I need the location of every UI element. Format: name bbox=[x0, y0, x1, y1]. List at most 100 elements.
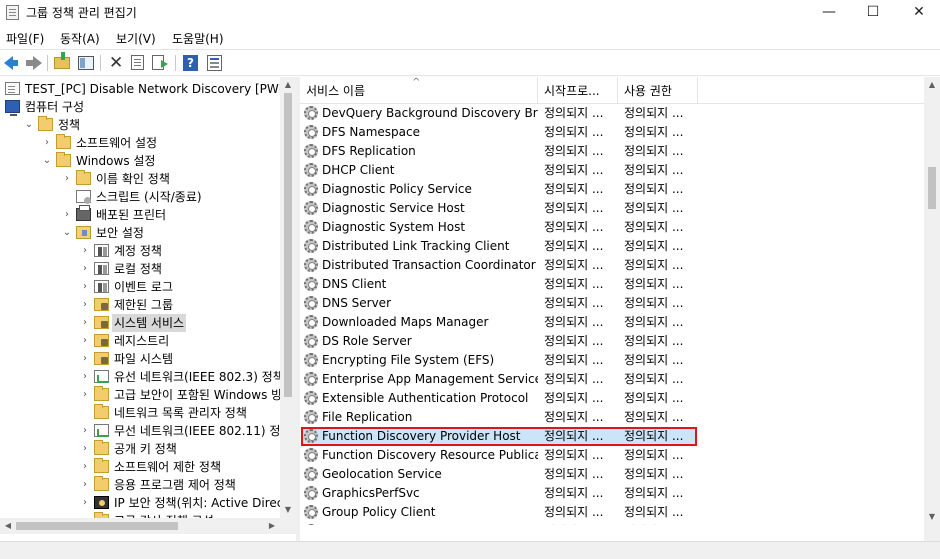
forward-icon[interactable] bbox=[24, 53, 44, 73]
menu-view[interactable]: 보기(V) bbox=[116, 30, 156, 47]
collapse-chevron-icon[interactable]: ⌄ bbox=[61, 224, 73, 242]
expand-chevron-icon[interactable]: › bbox=[79, 386, 91, 404]
scroll-left-icon[interactable]: ◀ bbox=[0, 518, 16, 534]
menu-action[interactable]: 동작(A) bbox=[60, 30, 100, 47]
tree-item[interactable]: › 로컬 정책 bbox=[0, 260, 280, 278]
tree-item[interactable]: › 이벤트 로그 bbox=[0, 278, 280, 296]
tree-item[interactable]: › 시스템 서비스 bbox=[0, 314, 280, 332]
expand-chevron-icon[interactable]: › bbox=[79, 368, 91, 386]
tree-item[interactable]: › 파일 시스템 bbox=[0, 350, 280, 368]
maximize-button[interactable]: ☐ bbox=[850, 0, 896, 26]
service-row[interactable]: Distributed Link Tracking Client 정의되지 ...… bbox=[300, 237, 924, 256]
tree-item[interactable]: › 제한된 그룹 bbox=[0, 296, 280, 314]
tree-item[interactable]: › 소프트웨어 제한 정책 bbox=[0, 458, 280, 476]
tree-item[interactable]: ⌄컴퓨터 구성 bbox=[0, 98, 280, 116]
scroll-right-icon[interactable]: ▶ bbox=[264, 518, 280, 534]
tree-horizontal-scrollbar[interactable]: ◀ ▶ bbox=[0, 518, 280, 534]
service-row[interactable]: Diagnostic System Host 정의되지 ... 정의되지 ... bbox=[300, 218, 924, 237]
scroll-down-icon[interactable]: ▼ bbox=[280, 502, 296, 518]
service-row[interactable]: File Replication 정의되지 ... 정의되지 ... bbox=[300, 408, 924, 427]
expand-chevron-icon[interactable]: › bbox=[79, 278, 91, 296]
service-permission: 정의되지 ... bbox=[624, 125, 684, 139]
scroll-up-icon[interactable]: ▲ bbox=[924, 77, 940, 93]
tree-item[interactable]: › 무선 네트워크(IEEE 802.11) 정책 bbox=[0, 422, 280, 440]
service-row[interactable]: Geolocation Service 정의되지 ... 정의되지 ... bbox=[300, 465, 924, 484]
tree-item[interactable]: ⌄ Windows 설정 bbox=[0, 152, 280, 170]
service-row[interactable]: DNS Client 정의되지 ... 정의되지 ... bbox=[300, 275, 924, 294]
expand-chevron-icon[interactable]: › bbox=[61, 206, 73, 224]
service-row[interactable]: Enterprise App Management Service 정의되지 ..… bbox=[300, 370, 924, 389]
service-row[interactable]: DFS Namespace 정의되지 ... 정의되지 ... bbox=[300, 123, 924, 142]
service-row[interactable]: Diagnostic Policy Service 정의되지 ... 정의되지 ..… bbox=[300, 180, 924, 199]
column-header-permission[interactable]: 사용 권한 bbox=[618, 77, 698, 104]
minimize-button[interactable]: — bbox=[806, 0, 852, 26]
tree-item[interactable]: › 레지스트리 bbox=[0, 332, 280, 350]
tree-hscroll-thumb[interactable] bbox=[16, 522, 178, 530]
expand-chevron-icon[interactable]: › bbox=[79, 494, 91, 512]
expand-chevron-icon[interactable]: › bbox=[79, 458, 91, 476]
menu-file[interactable]: 파일(F) bbox=[6, 30, 44, 47]
service-row[interactable]: DHCP Client 정의되지 ... 정의되지 ... bbox=[300, 161, 924, 180]
tree-item[interactable]: › IP 보안 정책(위치: Active Directory) bbox=[0, 494, 280, 512]
service-row[interactable]: Extensible Authentication Protocol 정의되지 .… bbox=[300, 389, 924, 408]
expand-chevron-icon[interactable]: › bbox=[79, 350, 91, 368]
expand-chevron-icon[interactable]: › bbox=[79, 314, 91, 332]
service-row[interactable]: GraphicsPerfSvc 정의되지 ... 정의되지 ... bbox=[300, 484, 924, 503]
tree-item[interactable]: › 고급 보안이 포함된 Windows 방화벽 bbox=[0, 386, 280, 404]
service-row[interactable]: Diagnostic Service Host 정의되지 ... 정의되지 ... bbox=[300, 199, 924, 218]
up-folder-icon[interactable] bbox=[52, 52, 72, 73]
list-header: 서비스 이름 ^ 시작프로... 사용 권한 bbox=[300, 77, 924, 104]
expand-chevron-icon[interactable]: › bbox=[79, 440, 91, 458]
scroll-down-icon[interactable]: ▼ bbox=[924, 509, 940, 525]
column-header-service-name[interactable]: 서비스 이름 ^ bbox=[300, 77, 538, 104]
tree-item[interactable]: › 계정 정책 bbox=[0, 242, 280, 260]
properties-icon[interactable] bbox=[128, 53, 148, 73]
tree-item[interactable]: › 유선 네트워크(IEEE 802.3) 정책 bbox=[0, 368, 280, 386]
expand-chevron-icon[interactable]: › bbox=[79, 296, 91, 314]
service-row[interactable]: Downloaded Maps Manager 정의되지 ... 정의되지 ... bbox=[300, 313, 924, 332]
scroll-up-icon[interactable]: ▲ bbox=[280, 77, 296, 93]
service-name: Diagnostic Policy Service bbox=[322, 182, 472, 196]
collapse-chevron-icon[interactable]: ⌄ bbox=[23, 116, 35, 134]
expand-chevron-icon[interactable]: › bbox=[79, 260, 91, 278]
back-icon[interactable] bbox=[2, 53, 22, 73]
export-list-icon[interactable] bbox=[150, 53, 170, 73]
menu-help[interactable]: 도움말(H) bbox=[172, 30, 224, 47]
tree-item[interactable]: 네트워크 목록 관리자 정책 bbox=[0, 404, 280, 422]
service-row[interactable]: Group Policy Client 정의되지 ... 정의되지 ... bbox=[300, 503, 924, 522]
service-row[interactable]: Distributed Transaction Coordinator 정의되지 … bbox=[300, 256, 924, 275]
tree-vertical-scrollbar[interactable]: ▲ ▼ bbox=[280, 77, 296, 518]
service-row[interactable]: DFS Replication 정의되지 ... 정의되지 ... bbox=[300, 142, 924, 161]
tree-item[interactable]: › 응용 프로그램 제어 정책 bbox=[0, 476, 280, 494]
column-header-startup[interactable]: 시작프로... bbox=[538, 77, 618, 104]
close-button[interactable]: ✕ bbox=[896, 0, 940, 26]
collapse-chevron-icon[interactable]: ⌄ bbox=[41, 152, 53, 170]
tree-item[interactable]: › 배포된 프린터 bbox=[0, 205, 280, 224]
service-row[interactable]: Function Discovery Resource Publicati...… bbox=[300, 446, 924, 465]
help-icon[interactable]: ? bbox=[180, 53, 200, 73]
service-row[interactable]: DevQuery Background Discovery Broker 정의되지… bbox=[300, 104, 924, 123]
service-row[interactable]: Function Discovery Provider Host 정의되지 ...… bbox=[300, 427, 924, 446]
expand-chevron-icon[interactable]: › bbox=[79, 332, 91, 350]
tree-item[interactable]: TEST_[PC] Disable Network Discovery [PWP… bbox=[0, 80, 280, 98]
tree-item[interactable]: ⌄ 정책 bbox=[0, 116, 280, 134]
list-vertical-scrollbar[interactable]: ▲ ▼ bbox=[924, 77, 940, 541]
show-hide-tree-icon[interactable] bbox=[76, 53, 96, 73]
delete-icon[interactable]: ✕ bbox=[106, 53, 126, 73]
tree-item[interactable]: ⌄ 보안 설정 bbox=[0, 224, 280, 242]
expand-chevron-icon[interactable]: › bbox=[61, 170, 73, 188]
service-row[interactable]: DNS Server 정의되지 ... 정의되지 ... bbox=[300, 294, 924, 313]
expand-chevron-icon[interactable]: › bbox=[41, 134, 53, 152]
tree-item[interactable]: › 이름 확인 정책 bbox=[0, 170, 280, 188]
service-row[interactable]: DS Role Server 정의되지 ... 정의되지 ... bbox=[300, 332, 924, 351]
tree-item[interactable]: › 공개 키 정책 bbox=[0, 440, 280, 458]
tree-item[interactable]: 스크립트 (시작/종료) bbox=[0, 188, 280, 206]
tree-scroll-thumb[interactable] bbox=[284, 93, 292, 397]
view-icon[interactable] bbox=[204, 53, 224, 73]
service-row[interactable]: Encrypting File System (EFS) 정의되지 ... 정의되지… bbox=[300, 351, 924, 370]
expand-chevron-icon[interactable]: › bbox=[79, 242, 91, 260]
expand-chevron-icon[interactable]: › bbox=[79, 422, 91, 440]
expand-chevron-icon[interactable]: › bbox=[79, 476, 91, 494]
list-scroll-thumb[interactable] bbox=[928, 167, 936, 209]
tree-item[interactable]: › 소프트웨어 설정 bbox=[0, 134, 280, 152]
